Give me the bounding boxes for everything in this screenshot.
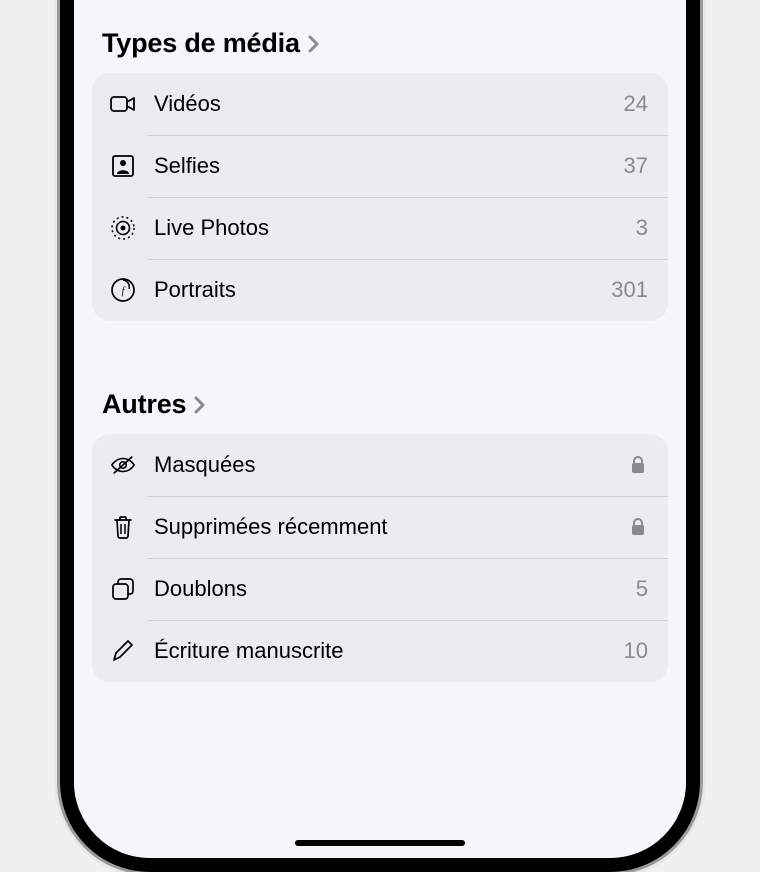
row-label: Doublons xyxy=(154,576,618,602)
lock-icon xyxy=(628,517,648,537)
row-label: Écriture manuscrite xyxy=(154,638,606,664)
chevron-right-icon xyxy=(308,35,320,53)
pencil-icon xyxy=(110,638,136,664)
chevron-right-icon xyxy=(194,396,206,414)
row-label: Vidéos xyxy=(154,91,606,117)
media-types-title: Types de média xyxy=(102,28,300,59)
svg-text:f: f xyxy=(122,286,126,297)
media-types-card: Vidéos 24 Selfies 37 xyxy=(92,73,668,321)
row-count: 10 xyxy=(624,638,648,664)
home-indicator[interactable] xyxy=(295,840,465,846)
video-camera-icon xyxy=(110,91,136,117)
row-handwriting[interactable]: Écriture manuscrite 10 xyxy=(92,620,668,682)
row-count: 24 xyxy=(624,91,648,117)
person-square-icon xyxy=(110,153,136,179)
row-videos[interactable]: Vidéos 24 xyxy=(92,73,668,135)
row-selfies[interactable]: Selfies 37 xyxy=(92,135,668,197)
row-label: Live Photos xyxy=(154,215,618,241)
live-photo-icon xyxy=(110,215,136,241)
lock-icon xyxy=(628,455,648,475)
media-types-header[interactable]: Types de média xyxy=(92,0,668,73)
row-count: 301 xyxy=(611,277,648,303)
phone-frame: Types de média Vidéos 24 xyxy=(60,0,700,872)
row-label: Supprimées récemment xyxy=(154,514,610,540)
row-count: 5 xyxy=(636,576,648,602)
row-label: Portraits xyxy=(154,277,593,303)
aperture-icon: f xyxy=(110,277,136,303)
row-portraits[interactable]: f Portraits 301 xyxy=(92,259,668,321)
others-header[interactable]: Autres xyxy=(92,361,668,434)
row-live-photos[interactable]: Live Photos 3 xyxy=(92,197,668,259)
others-title: Autres xyxy=(102,389,186,420)
row-label: Masquées xyxy=(154,452,610,478)
row-label: Selfies xyxy=(154,153,606,179)
trash-icon xyxy=(110,514,136,540)
row-recently-deleted[interactable]: Supprimées récemment xyxy=(92,496,668,558)
others-card: Masquées xyxy=(92,434,668,682)
row-count: 37 xyxy=(624,153,648,179)
square-on-square-icon xyxy=(110,576,136,602)
row-hidden[interactable]: Masquées xyxy=(92,434,668,496)
row-duplicates[interactable]: Doublons 5 xyxy=(92,558,668,620)
screen-content: Types de média Vidéos 24 xyxy=(74,0,686,858)
eye-slash-icon xyxy=(110,452,136,478)
row-count: 3 xyxy=(636,215,648,241)
